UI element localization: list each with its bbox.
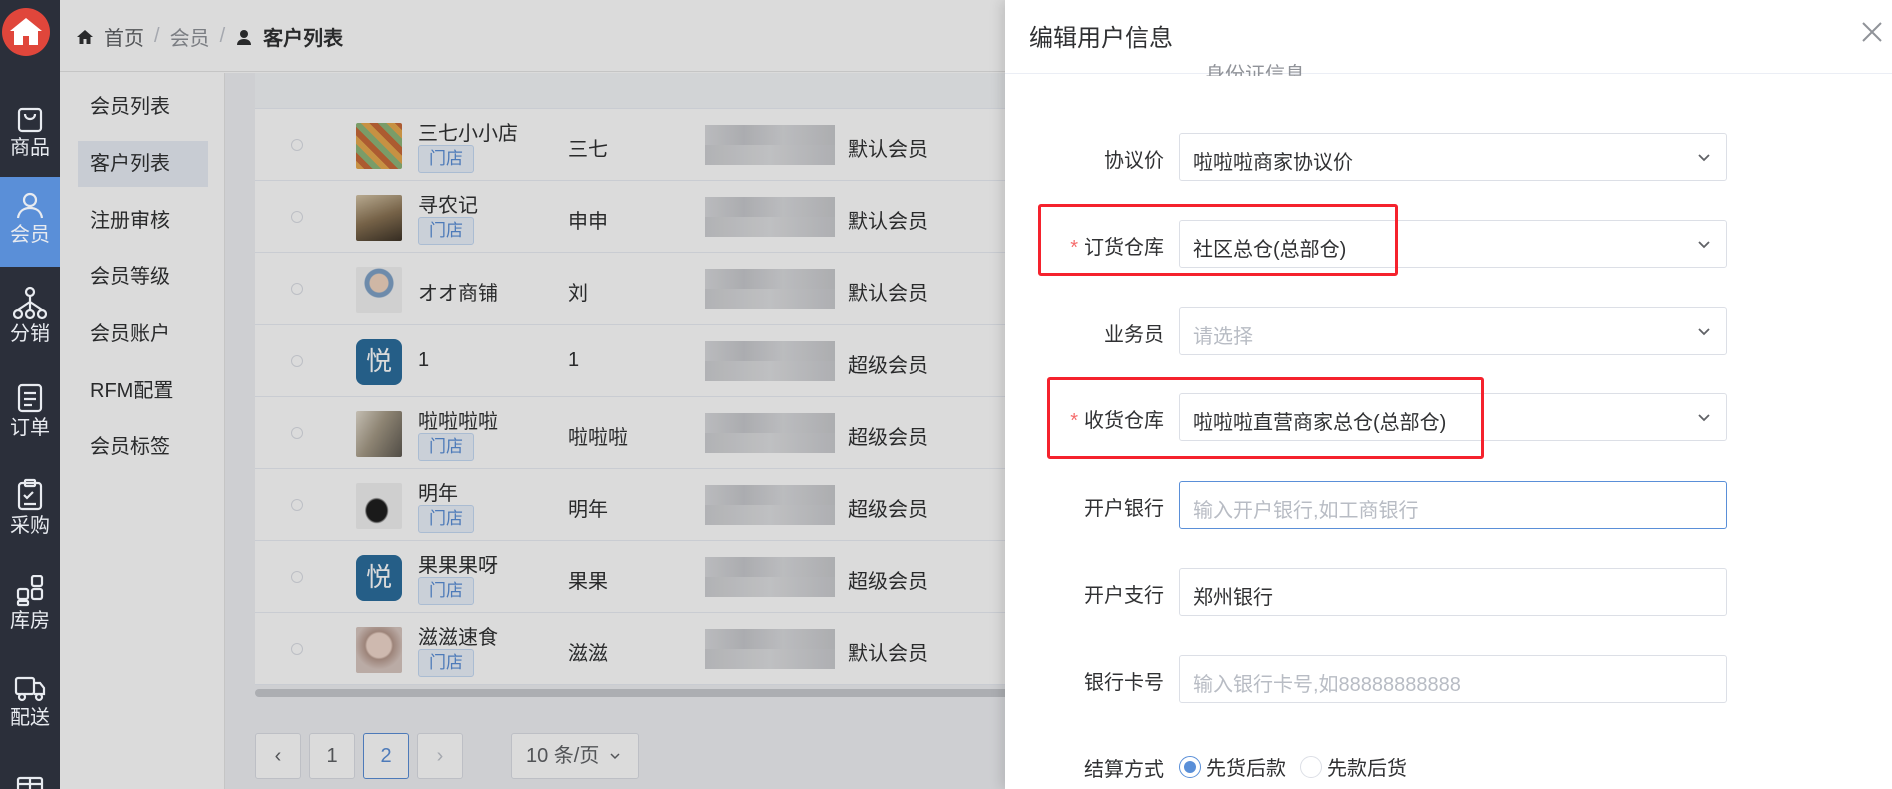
- rail-item-distribution[interactable]: 分销: [0, 274, 60, 364]
- truck-icon: [14, 676, 46, 702]
- drawer-mask[interactable]: [60, 0, 1005, 789]
- field-settlement: 结算方式: [1005, 742, 1892, 789]
- clipboard-icon: [17, 478, 43, 511]
- brand-logo[interactable]: [2, 8, 50, 56]
- input-placeholder: 输入银行卡号,如88888888888: [1193, 674, 1461, 696]
- rail-item-label: 配送: [10, 707, 50, 729]
- field-branch: 开户支行 郑州银行: [1005, 568, 1892, 616]
- order-icon: [17, 383, 43, 413]
- chevron-down-icon: [1698, 414, 1710, 422]
- field-label: 开户支行: [1084, 585, 1164, 607]
- cut-off-field-label: 身份证信息: [1205, 64, 1305, 76]
- settlement-radio-group: 先货后款 先款后货: [1179, 752, 1421, 781]
- card-number-input[interactable]: 输入银行卡号,如88888888888: [1179, 655, 1727, 703]
- rail-item-orders[interactable]: 订单: [0, 370, 60, 460]
- left-nav-rail: 商品 会员 分销 订单 采购 库房 配送: [0, 0, 60, 789]
- radio-goods-first[interactable]: [1179, 755, 1201, 778]
- chevron-down-icon: [1698, 328, 1710, 336]
- rail-item-goods[interactable]: 商品: [0, 90, 60, 180]
- drawer-title: 编辑用户信息: [1029, 25, 1173, 52]
- field-agreement-price: 协议价 啦啦啦商家协议价: [1005, 133, 1892, 181]
- field-label: 开户银行: [1084, 498, 1164, 520]
- radio-label[interactable]: 先货后款: [1206, 752, 1286, 781]
- select-value: 啦啦啦商家协议价: [1193, 152, 1353, 174]
- radio-pay-first[interactable]: [1300, 755, 1322, 778]
- highlight-box-order-warehouse: [1038, 204, 1398, 276]
- field-label: 协议价: [1104, 150, 1164, 172]
- chevron-down-icon: [1698, 241, 1710, 249]
- branch-input[interactable]: 郑州银行: [1179, 568, 1727, 616]
- field-salesperson: 业务员 请选择: [1005, 307, 1892, 355]
- rail-item-more[interactable]: [0, 760, 60, 789]
- rail-item-label: 分销: [10, 323, 50, 345]
- field-label: 结算方式: [1084, 759, 1164, 781]
- rail-item-purchase[interactable]: 采购: [0, 466, 60, 556]
- gift-icon: [16, 776, 44, 789]
- rail-item-warehouse[interactable]: 库房: [0, 563, 60, 653]
- rail-item-members[interactable]: 会员: [0, 177, 60, 267]
- rail-item-label: 会员: [10, 224, 50, 246]
- rail-item-label: 订单: [10, 417, 50, 439]
- input-placeholder: 输入开户银行,如工商银行: [1193, 500, 1419, 522]
- select-placeholder: 请选择: [1193, 326, 1253, 348]
- edit-user-drawer: 编辑用户信息 身份证信息 协议价 啦啦啦商家协议价 * 订货仓库 社区总仓(总部仓…: [1005, 0, 1892, 789]
- bag-icon: [17, 107, 43, 133]
- field-bank: 开户银行 输入开户银行,如工商银行: [1005, 481, 1892, 529]
- highlight-box-receive-warehouse: [1047, 377, 1484, 459]
- rail-item-label: 库房: [10, 610, 50, 632]
- grid-icon: [16, 575, 44, 607]
- network-icon: [13, 286, 47, 320]
- input-value: 郑州银行: [1193, 587, 1273, 609]
- field-label: 业务员: [1104, 324, 1164, 346]
- rail-item-label: 商品: [10, 137, 50, 159]
- rail-item-delivery[interactable]: 配送: [0, 660, 60, 750]
- field-card-number: 银行卡号 输入银行卡号,如88888888888: [1005, 655, 1892, 703]
- drawer-header-divider: [1005, 73, 1892, 74]
- radio-label[interactable]: 先款后货: [1327, 752, 1407, 781]
- close-icon[interactable]: [1860, 20, 1884, 44]
- bank-input[interactable]: 输入开户银行,如工商银行: [1179, 481, 1727, 529]
- salesperson-select[interactable]: 请选择: [1179, 307, 1727, 355]
- field-label: 银行卡号: [1084, 672, 1164, 694]
- user-icon: [16, 192, 44, 219]
- chevron-down-icon: [1698, 154, 1710, 162]
- agreement-price-select[interactable]: 啦啦啦商家协议价: [1179, 133, 1727, 181]
- rail-item-label: 采购: [10, 515, 50, 537]
